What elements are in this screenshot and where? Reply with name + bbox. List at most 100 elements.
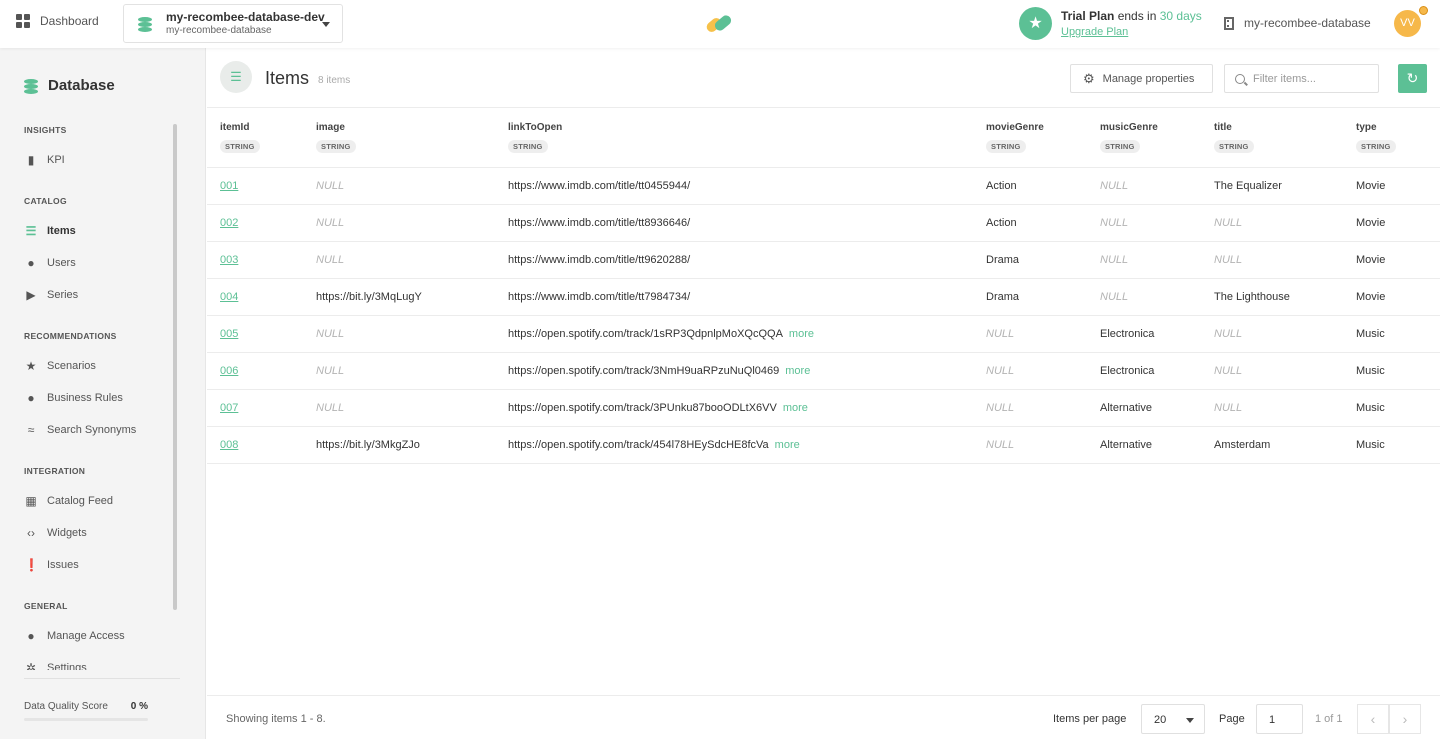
cell-text: The Equalizer [1214, 180, 1282, 192]
sidebar-item-kpi[interactable]: ▮ KPI [24, 152, 65, 168]
more-link[interactable]: more [789, 328, 814, 340]
manage-properties-button[interactable]: ⚙ Manage properties [1070, 64, 1213, 93]
data-quality-value: 0 % [130, 701, 148, 712]
cell-text: NULL [986, 365, 1015, 377]
sidebar-item-search-synonyms[interactable]: ≈ Search Synonyms [24, 422, 137, 438]
table-row[interactable]: 006 NULL https://open.spotify.com/track/3N… [207, 353, 1440, 390]
cell-itemid[interactable]: 003 [220, 254, 238, 266]
column-type-badge: STRING [1214, 140, 1254, 153]
cell-moviegenre: Action [986, 180, 1017, 192]
table-row[interactable]: 008 https://bit.ly/3MkgZJo https://open.sp… [207, 427, 1440, 464]
sidebar-title-label: Database [48, 77, 115, 94]
database-switcher[interactable]: my-recombee-database-dev my-recombee-dat… [123, 4, 343, 43]
cell-text: https://www.imdb.com/title/tt0455944/ [508, 180, 691, 192]
cell-musicgenre: NULL [1100, 254, 1128, 266]
main-content: ☰ Items 8 items ⚙ Manage properties ↻ it… [207, 48, 1440, 739]
items-per-page-value: 20 [1154, 714, 1167, 726]
column-label: title [1214, 122, 1232, 133]
cell-itemid[interactable]: 008 [220, 439, 238, 451]
sidebar-item-items[interactable]: ☰ Items [24, 223, 76, 239]
users-icon: ● [27, 256, 35, 270]
cell-link: https://open.spotify.com/track/1sRP3Qdpn… [508, 328, 814, 340]
table-row[interactable]: 007 NULL https://open.spotify.com/track/3P… [207, 390, 1440, 427]
cell-musicgenre: Alternative [1100, 439, 1152, 451]
next-page-button[interactable]: › [1389, 704, 1421, 734]
cell-itemid[interactable]: 004 [220, 291, 238, 303]
cell-moviegenre: Action [986, 217, 1017, 229]
table-row[interactable]: 004 https://bit.ly/3MqLugY https://www.imd… [207, 279, 1440, 316]
sidebar-item-settings[interactable]: ✲ Settings [24, 660, 87, 670]
cell-moviegenre: NULL [986, 328, 1014, 340]
prev-page-button[interactable]: ‹ [1357, 704, 1389, 734]
more-link[interactable]: more [775, 439, 800, 451]
cell-image: https://bit.ly/3MqLugY [316, 291, 422, 303]
sidebar-item-users[interactable]: ● Users [24, 255, 76, 271]
section-recommendations: RECOMMENDATIONS [24, 331, 117, 341]
sidebar-item-label: Users [47, 257, 76, 269]
cell-type: Movie [1356, 180, 1385, 192]
table-row[interactable]: 005 NULL https://open.spotify.com/track/1s… [207, 316, 1440, 353]
section-integration: INTEGRATION [24, 466, 86, 476]
sidebar-item-manage-access[interactable]: ● Manage Access [24, 628, 124, 644]
table-row[interactable]: 002 NULL https://www.imdb.com/title/tt8936… [207, 205, 1440, 242]
cell-itemid[interactable]: 002 [220, 217, 238, 229]
sidebar-item-label: Items [47, 225, 76, 237]
grid-icon: ▦ [25, 494, 37, 508]
table-row[interactable]: 003 NULL https://www.imdb.com/title/tt9620… [207, 242, 1440, 279]
pagination-footer: Showing items 1 - 8. Items per page 20 P… [207, 695, 1440, 739]
cell-text: Amsterdam [1214, 439, 1271, 451]
cell-image: NULL [316, 254, 344, 266]
cell-text: NULL [1214, 402, 1243, 414]
sidebar-item-label: Settings [47, 662, 87, 670]
sidebar-item-business-rules[interactable]: ● Business Rules [24, 390, 122, 406]
cell-itemid[interactable]: 006 [220, 365, 238, 377]
avatar[interactable]: VV [1394, 10, 1421, 37]
code-icon: ‹› [27, 526, 35, 540]
cell-link: https://www.imdb.com/title/tt9620288/ [508, 254, 690, 266]
sidebar-scrollbar[interactable] [173, 124, 177, 610]
approx-icon: ≈ [27, 423, 35, 437]
recombee-logo[interactable] [704, 12, 734, 36]
upgrade-plan-link[interactable]: Upgrade Plan [1061, 26, 1128, 38]
cell-type: Movie [1356, 254, 1385, 266]
filter-input[interactable] [1253, 72, 1373, 85]
sidebar-item-label: Series [47, 289, 79, 301]
more-link[interactable]: more [783, 402, 808, 414]
cell-image: NULL [316, 402, 344, 414]
sidebar-item-series[interactable]: ▶ Series [24, 287, 78, 303]
filter-box[interactable] [1224, 64, 1379, 93]
data-quality-label: Data Quality Score [24, 701, 108, 712]
cell-itemid[interactable]: 005 [220, 328, 238, 340]
dashboard-link[interactable]: Dashboard [16, 14, 99, 28]
cell-text: https://open.spotify.com/track/3PUnku87b… [508, 402, 777, 414]
cell-text: NULL [1214, 365, 1243, 377]
column-type-badge: STRING [316, 140, 356, 153]
sidebar-item-issues[interactable]: ❗ Issues [24, 557, 79, 573]
cell-text: NULL [316, 180, 345, 192]
chevron-down-icon [1186, 718, 1194, 723]
page-input[interactable]: 1 [1256, 704, 1303, 734]
cell-title: NULL [1214, 365, 1242, 377]
trial-days: 30 days [1159, 9, 1202, 23]
table-row[interactable]: 001 NULL https://www.imdb.com/title/tt0455… [207, 168, 1440, 205]
cell-text: NULL [1214, 217, 1243, 229]
cell-text: NULL [1214, 254, 1243, 266]
cell-itemid[interactable]: 007 [220, 402, 238, 414]
cell-text: https://open.spotify.com/track/1sRP3Qdpn… [508, 328, 783, 340]
users-icon: ● [27, 629, 35, 643]
sidebar-item-catalog-feed[interactable]: ▦ Catalog Feed [24, 493, 113, 509]
cell-title: NULL [1214, 217, 1242, 229]
top-bar: Dashboard my-recombee-database-dev my-re… [0, 0, 1440, 48]
cell-moviegenre: NULL [986, 439, 1014, 451]
cell-text: https://www.imdb.com/title/tt9620288/ [508, 254, 691, 266]
more-link[interactable]: more [785, 365, 810, 377]
sidebar-item-scenarios[interactable]: ★ Scenarios [24, 358, 96, 374]
cell-itemid[interactable]: 001 [220, 180, 238, 192]
refresh-button[interactable]: ↻ [1398, 64, 1427, 93]
items-per-page-select[interactable]: 20 [1141, 704, 1205, 734]
instance-selector[interactable]: my-recombee-database [1224, 16, 1371, 30]
cell-text: Music [1356, 402, 1385, 414]
sidebar-item-label: Scenarios [47, 360, 96, 372]
cell-image: https://bit.ly/3MkgZJo [316, 439, 420, 451]
sidebar-item-widgets[interactable]: ‹› Widgets [24, 525, 87, 541]
